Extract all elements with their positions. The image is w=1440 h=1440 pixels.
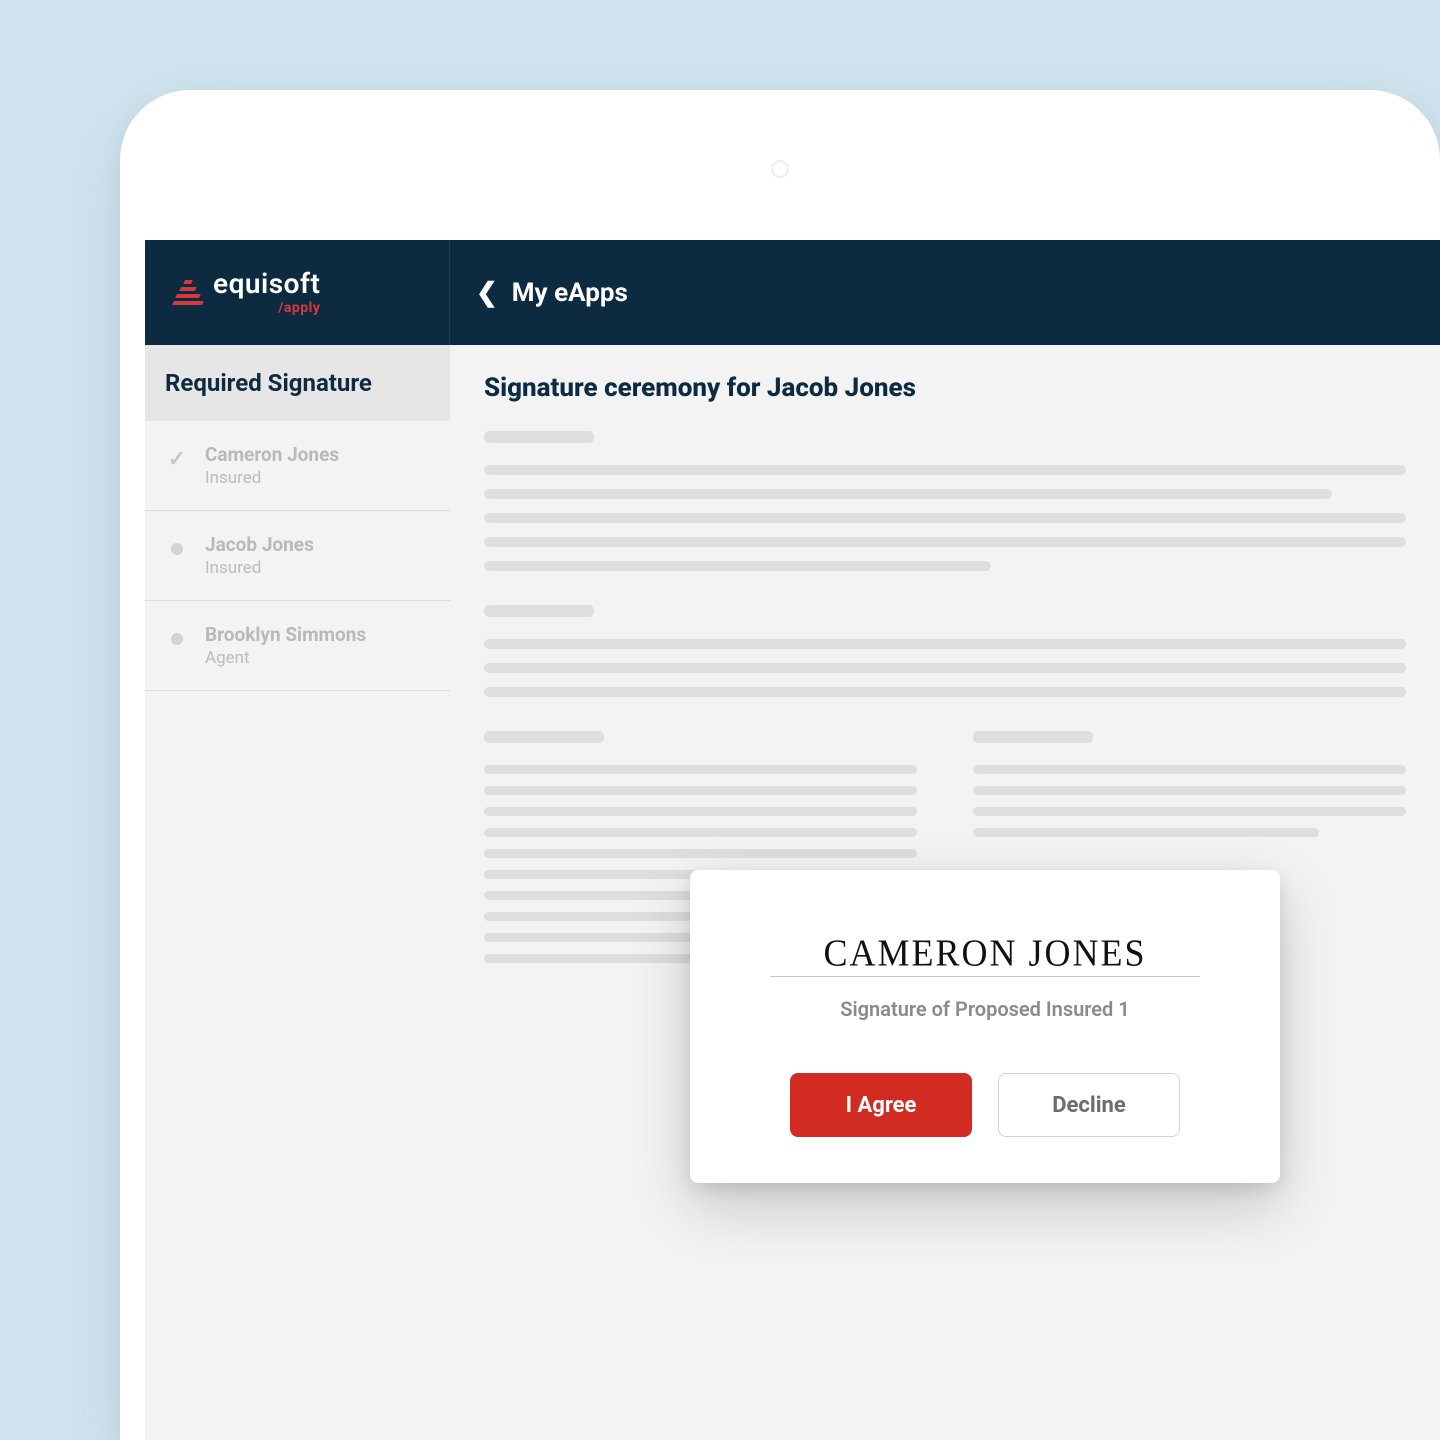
signer-name: Jacob Jones (205, 533, 314, 556)
agree-button[interactable]: I Agree (790, 1073, 972, 1137)
signer-role: Insured (205, 558, 314, 578)
signer-text: Brooklyn Simmons Agent (205, 623, 366, 668)
signer-name: Cameron Jones (205, 443, 339, 466)
document-body-block-1 (484, 431, 1406, 571)
signature-actions: I Agree Decline (744, 1073, 1226, 1137)
signer-text: Cameron Jones Insured (205, 443, 339, 488)
signature-pad[interactable]: CAMERON JONES (770, 932, 1200, 977)
top-bar: equisoft /apply ❮ My eApps (145, 240, 1440, 345)
sidebar-title: Required Signature (145, 345, 450, 421)
document-body-block-2 (484, 605, 1406, 697)
status-pending-icon (165, 533, 189, 555)
signer-name: Brooklyn Simmons (205, 623, 366, 646)
decline-button[interactable]: Decline (998, 1073, 1180, 1137)
signature-scribble: CAMERON JONES (774, 931, 1196, 975)
brand-name: equisoft (213, 270, 320, 298)
section-title: Signature ceremony for Jacob Jones (484, 373, 1406, 403)
signature-caption: Signature of Proposed Insured 1 (744, 997, 1226, 1021)
signer-role: Agent (205, 648, 366, 668)
title-bar[interactable]: ❮ My eApps (450, 240, 1440, 345)
page-title[interactable]: My eApps (512, 278, 628, 308)
signature-modal: CAMERON JONES Signature of Proposed Insu… (690, 870, 1280, 1183)
brand: equisoft /apply (173, 270, 320, 316)
sidebar: Required Signature ✓ Cameron Jones Insur… (145, 345, 450, 1440)
signer-item-cameron[interactable]: ✓ Cameron Jones Insured (145, 421, 450, 511)
brand-logo-icon (173, 278, 203, 308)
signer-text: Jacob Jones Insured (205, 533, 314, 578)
app-screen: equisoft /apply ❮ My eApps Required Sign… (145, 240, 1440, 1440)
brand-product: /apply (213, 300, 320, 316)
tablet-device-frame: equisoft /apply ❮ My eApps Required Sign… (120, 90, 1440, 1440)
signer-item-jacob[interactable]: Jacob Jones Insured (145, 511, 450, 601)
chevron-left-icon[interactable]: ❮ (476, 280, 498, 306)
brand-area: equisoft /apply (145, 240, 450, 345)
signer-item-brooklyn[interactable]: Brooklyn Simmons Agent (145, 601, 450, 691)
brand-text-wrap: equisoft /apply (213, 270, 320, 316)
signer-role: Insured (205, 468, 339, 488)
status-done-icon: ✓ (165, 443, 189, 472)
status-pending-icon (165, 623, 189, 645)
device-camera (771, 160, 789, 178)
